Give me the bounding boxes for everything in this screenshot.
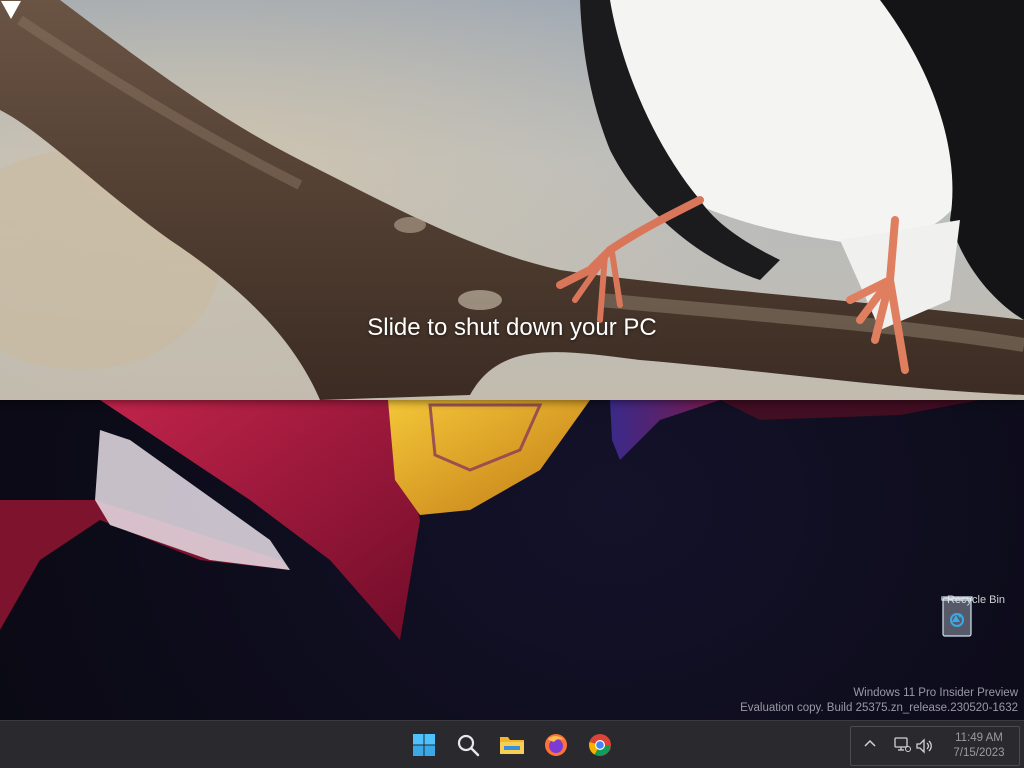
- slide-to-shutdown-prompt: Slide to shut down your PC: [367, 314, 657, 341]
- taskbar-clock[interactable]: 11:49 AM 7/15/2023: [947, 731, 1011, 761]
- clock-date: 7/15/2023: [953, 747, 1005, 759]
- file-explorer-button[interactable]: [496, 729, 528, 761]
- network-icon[interactable]: [893, 737, 911, 753]
- down-arrow-icon: [1, 1, 21, 19]
- watermark-edition: Windows 11 Pro Insider Preview: [853, 687, 1018, 699]
- search-button[interactable]: [452, 729, 484, 761]
- chrome-button[interactable]: [584, 729, 616, 761]
- watermark-build: Evaluation copy. Build 25375.zn_release.…: [740, 701, 1018, 714]
- screen: Recycle Bin Windows 11 Pro Insider Previ…: [0, 0, 1024, 768]
- recycle-bin-desktop-icon[interactable]: Recycle Bin: [940, 594, 1012, 664]
- start-button[interactable]: [408, 729, 440, 761]
- volume-icon[interactable]: [915, 738, 933, 754]
- windows-start-icon: [413, 734, 435, 756]
- search-icon: [457, 734, 480, 757]
- file-explorer-icon: [500, 737, 524, 754]
- build-watermark: Windows 11 Pro Insider Preview Evaluatio…: [740, 686, 1018, 715]
- recycle-bin-icon: [941, 596, 973, 637]
- system-tray[interactable]: 11:49 AM 7/15/2023: [850, 726, 1020, 766]
- firefox-button[interactable]: [540, 729, 572, 761]
- firefox-icon: [545, 734, 567, 756]
- chrome-icon: [589, 734, 611, 756]
- clock-time: 11:49 AM: [955, 732, 1003, 744]
- taskbar: 11:49 AM 7/15/2023: [0, 720, 1024, 768]
- slide-to-shutdown-panel[interactable]: Slide to shut down your PC: [0, 0, 1024, 400]
- chevron-up-icon[interactable]: [863, 737, 877, 751]
